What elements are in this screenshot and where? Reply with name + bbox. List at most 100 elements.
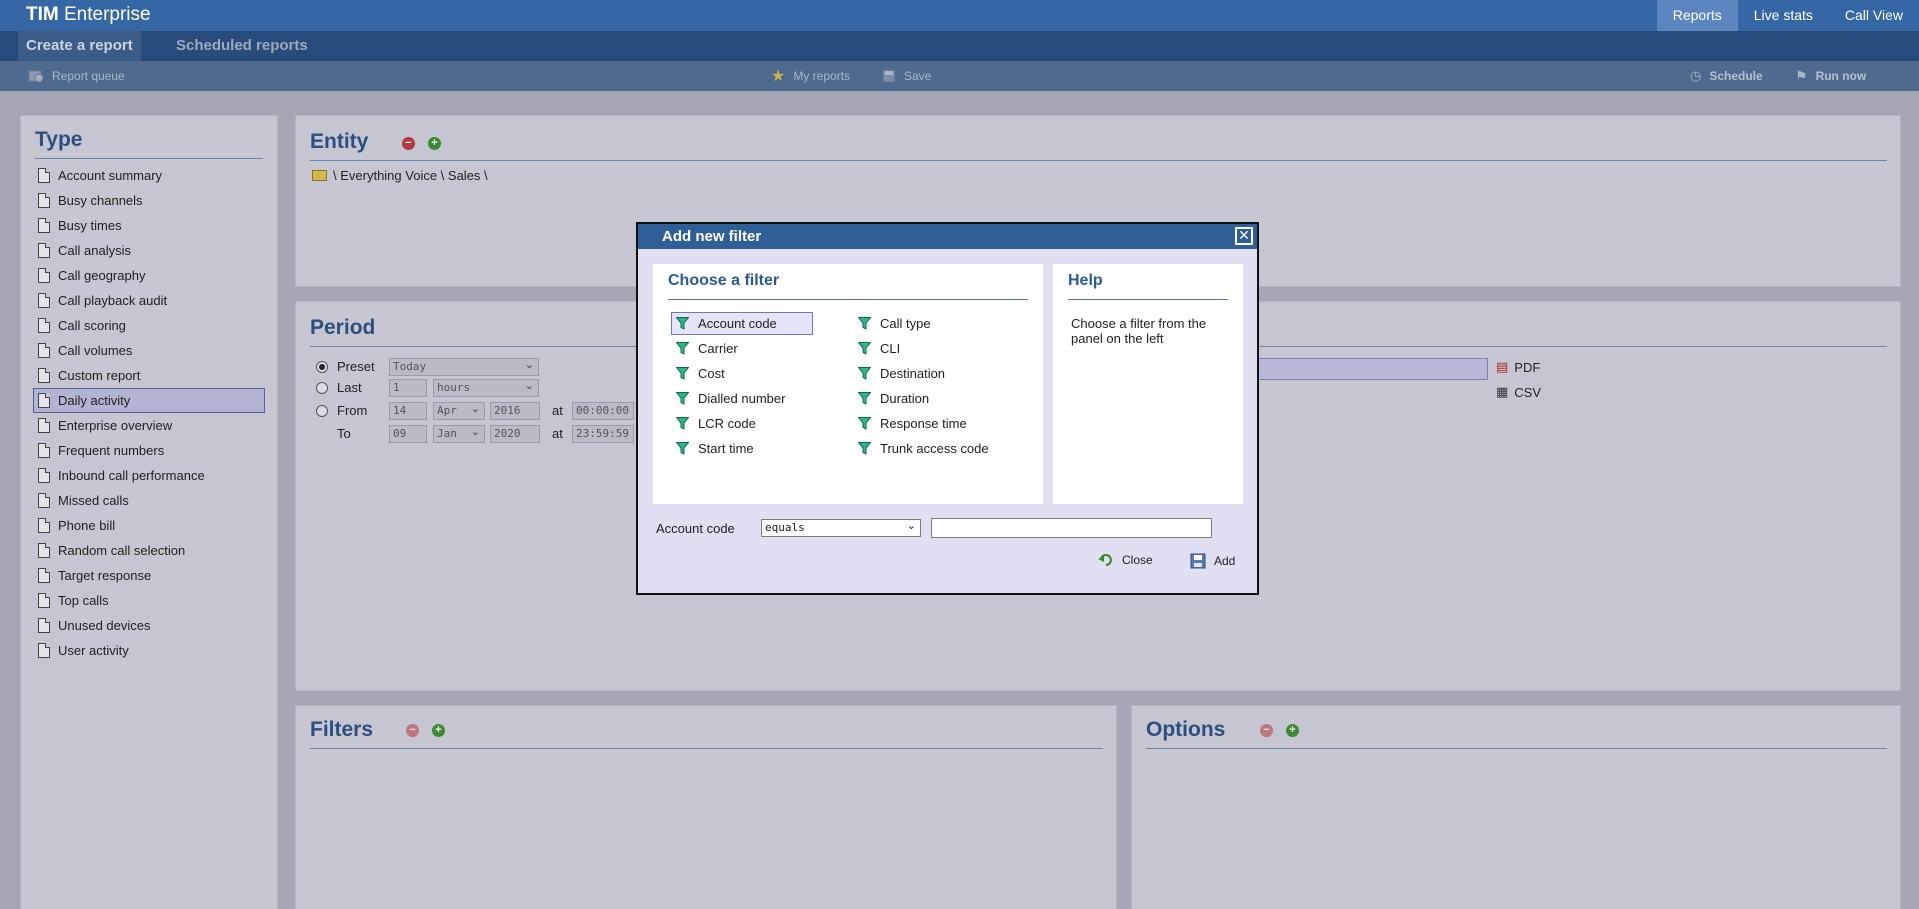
add-button[interactable]: Add bbox=[1190, 553, 1235, 569]
preset-label: Preset bbox=[337, 359, 375, 374]
filter-option-carrier[interactable]: Carrier bbox=[671, 337, 813, 360]
entity-title: Entity bbox=[310, 130, 369, 153]
remove-filter-icon[interactable]: − bbox=[406, 724, 419, 737]
funnel-icon bbox=[858, 417, 871, 430]
tab-bar: Create a report Scheduled reports bbox=[0, 31, 1919, 61]
entity-path[interactable]: \ Everything Voice \ Sales \ bbox=[312, 168, 488, 183]
filter-option-dialled-number[interactable]: Dialled number bbox=[671, 387, 813, 410]
report-type-account-summary[interactable]: Account summary bbox=[33, 163, 265, 188]
nav-call-view[interactable]: Call View bbox=[1829, 0, 1919, 31]
to-day-input[interactable]: 09 bbox=[389, 425, 427, 443]
add-filter-icon[interactable]: + bbox=[432, 724, 445, 737]
funnel-icon bbox=[676, 442, 689, 455]
help-text: Choose a filter from the panel on the le… bbox=[1071, 316, 1207, 346]
filter-option-cli[interactable]: CLI bbox=[853, 337, 995, 360]
filter-option-label: Start time bbox=[698, 441, 754, 456]
report-type-target-response[interactable]: Target response bbox=[33, 563, 265, 588]
report-type-label: User activity bbox=[58, 643, 129, 658]
report-type-user-activity[interactable]: User activity bbox=[33, 638, 265, 663]
last-unit-select[interactable]: hours bbox=[433, 379, 539, 397]
schedule-button[interactable]: ◷ Schedule bbox=[1690, 61, 1763, 91]
close-icon[interactable]: ✕ bbox=[1235, 227, 1253, 245]
filter-option-response-time[interactable]: Response time bbox=[853, 412, 995, 435]
report-type-label: Target response bbox=[58, 568, 152, 583]
report-type-label: Phone bill bbox=[58, 518, 116, 533]
report-queue-button[interactable]: Report queue bbox=[28, 61, 125, 91]
remove-option-icon[interactable]: − bbox=[1260, 724, 1273, 737]
my-reports-button[interactable]: ★ My reports bbox=[771, 61, 850, 91]
funnel-icon bbox=[858, 317, 871, 330]
last-count-input[interactable]: 1 bbox=[389, 379, 427, 397]
report-type-call-analysis[interactable]: Call analysis bbox=[33, 238, 265, 263]
filter-option-start-time[interactable]: Start time bbox=[671, 437, 813, 460]
filter-option-lcr-code[interactable]: LCR code bbox=[671, 412, 813, 435]
report-type-daily-activity[interactable]: Daily activity bbox=[33, 388, 265, 413]
filter-option-account-code[interactable]: Account code bbox=[671, 312, 813, 335]
schedule-label: Schedule bbox=[1709, 69, 1763, 83]
from-year-input[interactable]: 2016 bbox=[490, 402, 540, 420]
report-type-call-playback-audit[interactable]: Call playback audit bbox=[33, 288, 265, 313]
to-time-input[interactable]: 23:59:59 bbox=[572, 425, 634, 443]
from-day-input[interactable]: 14 bbox=[389, 402, 427, 420]
report-type-phone-bill[interactable]: Phone bill bbox=[33, 513, 265, 538]
add-option-icon[interactable]: + bbox=[1286, 724, 1299, 737]
help-title: Help bbox=[1068, 272, 1103, 289]
tab-scheduled-reports[interactable]: Scheduled reports bbox=[168, 31, 316, 61]
document-icon bbox=[38, 618, 50, 633]
remove-entity-icon[interactable]: − bbox=[402, 137, 415, 150]
filter-option-label: CLI bbox=[880, 341, 901, 356]
report-type-unused-devices[interactable]: Unused devices bbox=[33, 613, 265, 638]
tab-create-report[interactable]: Create a report bbox=[18, 31, 141, 61]
report-type-busy-channels[interactable]: Busy channels bbox=[33, 188, 265, 213]
document-icon bbox=[38, 268, 50, 283]
from-radio[interactable] bbox=[316, 405, 328, 417]
csv-option[interactable]: ▦ CSV bbox=[1496, 384, 1541, 400]
preset-select[interactable]: Today bbox=[389, 358, 539, 376]
funnel-icon bbox=[858, 342, 871, 355]
filter-option-call-type[interactable]: Call type bbox=[853, 312, 995, 335]
nav-live-stats[interactable]: Live stats bbox=[1738, 0, 1829, 31]
report-type-label: Custom report bbox=[58, 368, 141, 383]
funnel-icon bbox=[676, 392, 689, 405]
report-type-inbound-call-performance[interactable]: Inbound call performance bbox=[33, 463, 265, 488]
add-entity-icon[interactable]: + bbox=[428, 137, 441, 150]
report-type-label: Call volumes bbox=[58, 343, 133, 358]
filter-option-trunk-access-code[interactable]: Trunk access code bbox=[853, 437, 995, 460]
document-icon bbox=[38, 368, 50, 383]
filter-option-label: Dialled number bbox=[698, 391, 786, 406]
filter-option-cost[interactable]: Cost bbox=[671, 362, 813, 385]
preset-radio[interactable] bbox=[316, 361, 328, 373]
last-radio[interactable] bbox=[316, 382, 328, 394]
report-type-frequent-numbers[interactable]: Frequent numbers bbox=[33, 438, 265, 463]
report-type-call-geography[interactable]: Call geography bbox=[33, 263, 265, 288]
report-type-label: Missed calls bbox=[58, 493, 129, 508]
from-time-input[interactable]: 00:00:00 bbox=[572, 402, 634, 420]
report-type-random-call-selection[interactable]: Random call selection bbox=[33, 538, 265, 563]
report-type-missed-calls[interactable]: Missed calls bbox=[33, 488, 265, 513]
from-month-select[interactable]: Apr bbox=[433, 402, 485, 420]
document-icon bbox=[38, 218, 50, 233]
to-at-label: at bbox=[552, 426, 563, 441]
options-divider bbox=[1146, 748, 1887, 749]
report-type-custom-report[interactable]: Custom report bbox=[33, 363, 265, 388]
report-type-enterprise-overview[interactable]: Enterprise overview bbox=[33, 413, 265, 438]
to-year-input[interactable]: 2020 bbox=[490, 425, 540, 443]
document-icon bbox=[38, 243, 50, 258]
report-type-busy-times[interactable]: Busy times bbox=[33, 213, 265, 238]
nav-reports[interactable]: Reports bbox=[1656, 0, 1738, 31]
report-type-label: Busy channels bbox=[58, 193, 143, 208]
report-type-call-volumes[interactable]: Call volumes bbox=[33, 338, 265, 363]
filter-option-duration[interactable]: Duration bbox=[853, 387, 995, 410]
report-type-top-calls[interactable]: Top calls bbox=[33, 588, 265, 613]
report-type-call-scoring[interactable]: Call scoring bbox=[33, 313, 265, 338]
filter-value-input[interactable] bbox=[931, 518, 1212, 538]
operator-select[interactable]: equals bbox=[761, 518, 921, 537]
to-month-select[interactable]: Jan bbox=[433, 425, 485, 443]
save-button[interactable]: Save bbox=[882, 61, 931, 91]
filter-option-destination[interactable]: Destination bbox=[853, 362, 995, 385]
dialog-header: Add new filter ✕ bbox=[638, 224, 1257, 249]
funnel-icon bbox=[858, 442, 871, 455]
pdf-option[interactable]: ▤ PDF bbox=[1496, 359, 1540, 375]
close-button[interactable]: Close bbox=[1098, 553, 1153, 567]
run-now-button[interactable]: ⚑ Run now bbox=[1795, 61, 1866, 91]
